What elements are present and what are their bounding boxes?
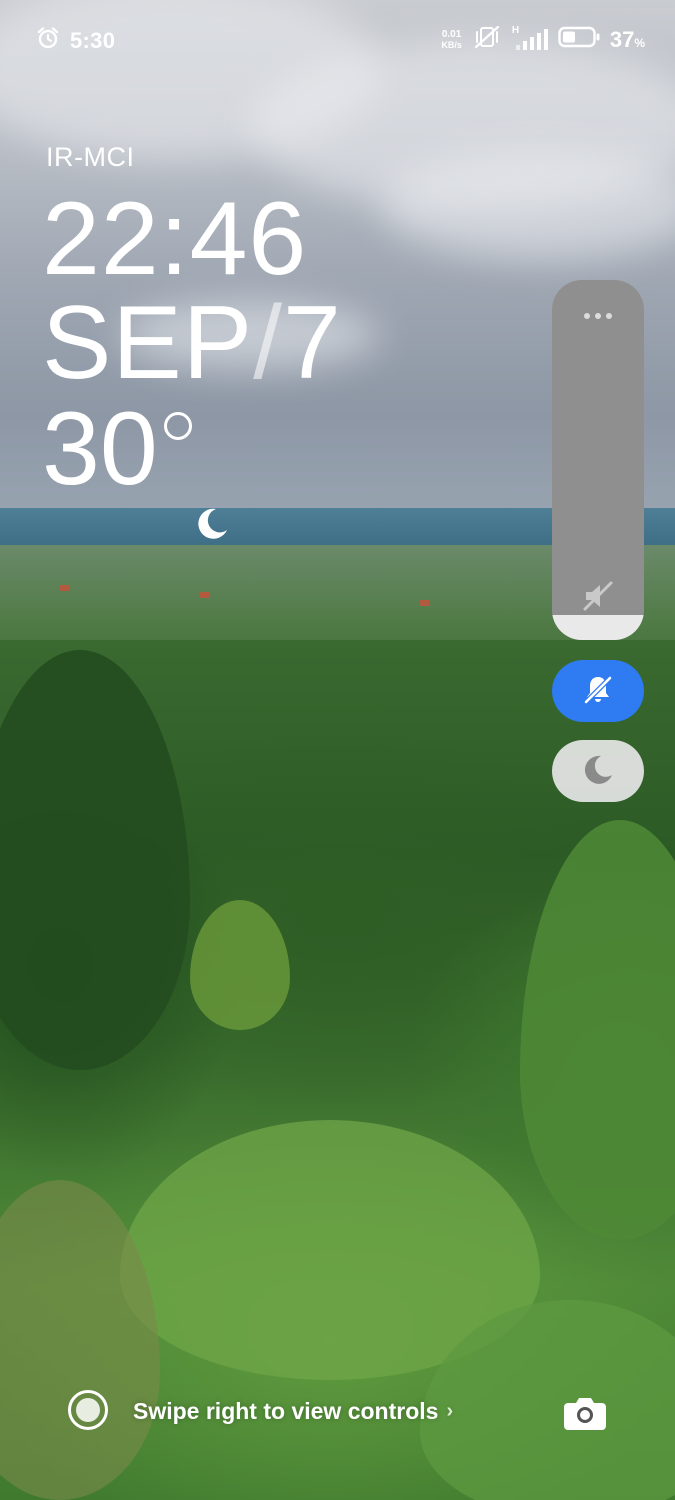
carrier-name: IR-MCI (46, 142, 135, 172)
signal-type-label: H (511, 24, 520, 36)
bell-off-icon (581, 672, 615, 711)
network-speed: 0.01 KB/s (441, 28, 462, 50)
wallpaper-roof (60, 585, 70, 591)
more-dots-icon[interactable] (582, 308, 614, 326)
temperature-value: 30 (42, 391, 158, 507)
swipe-hint: Swipe right to view controls › (133, 1398, 453, 1425)
network-speed-unit: KB/s (441, 39, 462, 50)
lock-clock-time: 22:46 (42, 181, 308, 297)
moon-icon (194, 452, 230, 562)
battery-icon (558, 26, 600, 53)
camera-icon[interactable] (562, 1394, 608, 1437)
battery-percent-sign: % (634, 35, 645, 50)
wallpaper-roof (200, 592, 210, 598)
volume-slider[interactable] (552, 280, 644, 640)
battery-percent: 37% (610, 27, 645, 53)
network-speed-value: 0.01 (441, 28, 462, 40)
status-bar-right: 0.01 KB/s H 37% (441, 24, 645, 55)
battery-percent-value: 37 (609, 26, 635, 52)
chevron-right-icon: › (446, 1400, 454, 1422)
status-bar: 5:30 0.01 KB/s H 37% (0, 0, 675, 76)
date-day: 7 (283, 285, 342, 401)
signal-icon: H (512, 25, 548, 51)
degree-symbol (163, 412, 192, 440)
date-month: SEP (42, 285, 254, 401)
volume-muted-icon (582, 580, 614, 617)
swipe-hint-text: Swipe right to view controls (133, 1398, 439, 1424)
controls-circle-dot (76, 1398, 100, 1422)
status-bar-left: 5:30 (36, 26, 115, 55)
date-separator: / (253, 285, 284, 401)
moon-icon (581, 752, 615, 791)
lock-clock-date: SEP/7 (42, 288, 342, 398)
lock-bottom-bar: Swipe right to view controls › (0, 1380, 675, 1444)
mute-vibrate-off-icon (472, 24, 502, 55)
alarm-icon (36, 26, 60, 55)
controls-circle-icon[interactable] (68, 1390, 108, 1430)
do-not-disturb-button[interactable] (552, 740, 644, 802)
volume-slider-fill (552, 614, 644, 640)
status-time: 5:30 (70, 27, 116, 53)
wallpaper-roof (420, 600, 430, 606)
silent-mode-button[interactable] (552, 660, 644, 722)
weather-widget: 30 (42, 394, 230, 562)
